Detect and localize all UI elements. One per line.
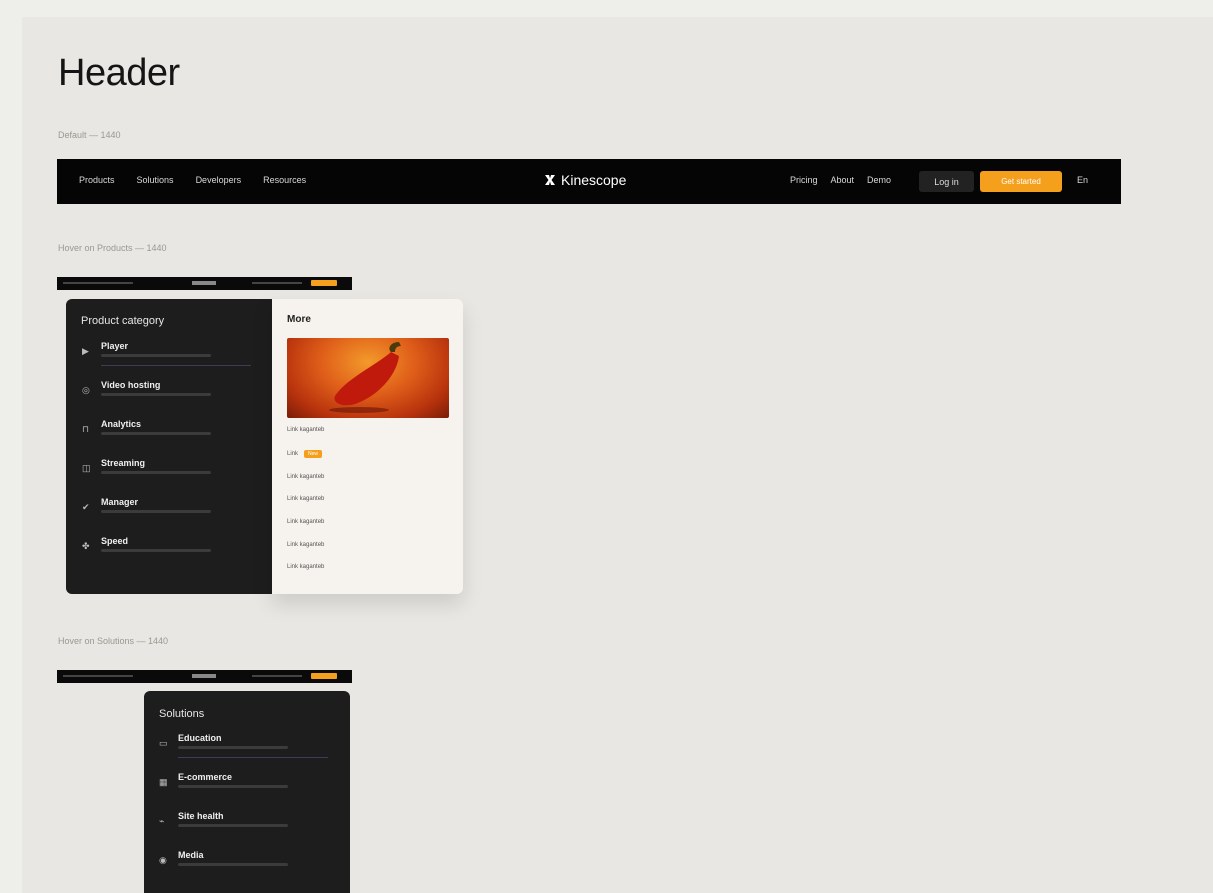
promo-image[interactable] bbox=[287, 338, 449, 418]
nav-resources[interactable]: Resources bbox=[263, 175, 306, 185]
nav-solutions[interactable]: Solutions bbox=[137, 175, 174, 185]
speed-icon: ✤ bbox=[82, 541, 90, 551]
brand-logo[interactable]: Kinescope bbox=[545, 172, 626, 188]
more-link[interactable]: Link kaganteb bbox=[287, 542, 324, 548]
menu-item-player[interactable]: ▶ Player bbox=[82, 341, 252, 375]
more-link[interactable]: Link kaganteb bbox=[287, 564, 324, 570]
mini-header bbox=[57, 670, 352, 683]
hosting-icon: ◎ bbox=[82, 385, 90, 395]
site-header: Products Solutions Developers Resources … bbox=[57, 159, 1121, 204]
menu-item-video-hosting[interactable]: ◎ Video hosting bbox=[82, 380, 252, 414]
menu-item-ecommerce[interactable]: ▦ E-commerce bbox=[159, 772, 329, 806]
more-link[interactable]: Link kaganteb bbox=[287, 427, 324, 433]
solutions-menu-title: Solutions bbox=[159, 708, 205, 720]
more-link[interactable]: Link kaganteb bbox=[287, 496, 324, 502]
analytics-icon: ⊓ bbox=[82, 424, 90, 434]
nav-developers[interactable]: Developers bbox=[196, 175, 242, 185]
page-title: Header bbox=[58, 52, 180, 94]
mini-header bbox=[57, 277, 352, 290]
store-icon: ▦ bbox=[159, 777, 168, 787]
header-links: Pricing About Demo bbox=[790, 175, 891, 185]
pulse-icon: ⌁ bbox=[159, 816, 165, 826]
menu-item-streaming[interactable]: ◫ Streaming bbox=[82, 458, 252, 492]
nav-demo[interactable]: Demo bbox=[867, 175, 891, 185]
caption-default: Default — 1440 bbox=[58, 130, 121, 140]
nav-pricing[interactable]: Pricing bbox=[790, 175, 818, 185]
solutions-dropdown: Solutions ▭ Education ▦ E-commerce ⌁ Sit… bbox=[144, 691, 350, 893]
more-link[interactable]: Link kaganteb bbox=[287, 474, 324, 480]
menu-item-manager[interactable]: ✔ Manager bbox=[82, 497, 252, 531]
more-title: More bbox=[287, 314, 311, 325]
media-icon: ◉ bbox=[159, 855, 167, 865]
language-selector[interactable]: En bbox=[1077, 175, 1088, 185]
menu-item-speed[interactable]: ✤ Speed bbox=[82, 536, 252, 570]
more-panel: More Link kaganteb Link New Link kaganteb… bbox=[272, 299, 463, 594]
login-button[interactable]: Log in bbox=[919, 171, 974, 192]
new-badge: New bbox=[304, 450, 323, 458]
play-icon: ▶ bbox=[82, 346, 89, 356]
streaming-icon: ◫ bbox=[82, 463, 91, 473]
products-menu-title: Product category bbox=[81, 315, 165, 327]
header-nav: Products Solutions Developers Resources bbox=[79, 175, 306, 185]
chili-pepper-image bbox=[329, 342, 401, 413]
menu-item-analytics[interactable]: ⊓ Analytics bbox=[82, 419, 252, 453]
check-icon: ✔ bbox=[82, 502, 90, 512]
menu-item-education[interactable]: ▭ Education bbox=[159, 733, 329, 767]
caption-hover-products: Hover on Products — 1440 bbox=[58, 243, 167, 253]
more-link[interactable]: Link kaganteb bbox=[287, 519, 324, 525]
logo-icon bbox=[545, 175, 555, 185]
menu-item-media[interactable]: ◉ Media bbox=[159, 850, 329, 884]
caption-hover-solutions: Hover on Solutions — 1440 bbox=[58, 636, 169, 646]
nav-products[interactable]: Products bbox=[79, 175, 115, 185]
menu-item-site-health[interactable]: ⌁ Site health bbox=[159, 811, 329, 845]
nav-about[interactable]: About bbox=[831, 175, 855, 185]
products-dropdown: Product category ▶ Player ◎ Video hostin… bbox=[66, 299, 276, 594]
get-started-button[interactable]: Get started bbox=[980, 171, 1062, 192]
logo-text: Kinescope bbox=[561, 172, 627, 188]
education-icon: ▭ bbox=[159, 738, 168, 748]
more-link-new[interactable]: Link New bbox=[287, 450, 323, 458]
